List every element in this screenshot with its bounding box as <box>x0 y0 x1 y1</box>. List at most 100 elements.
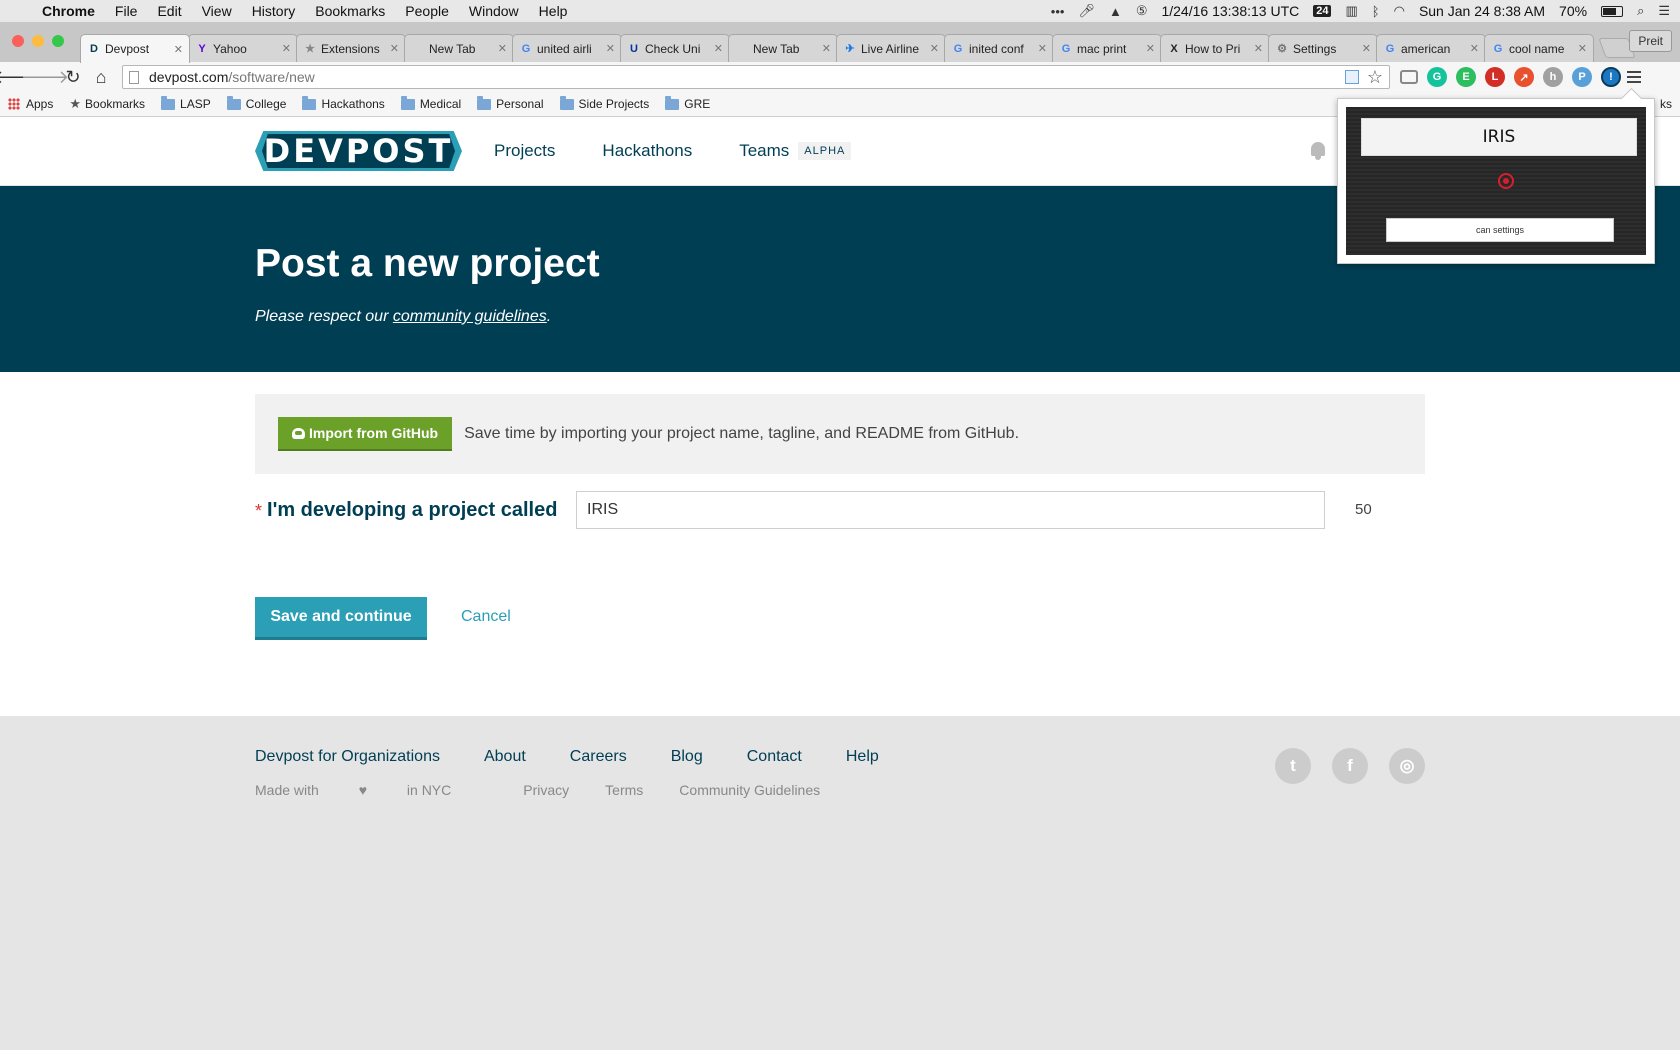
notification-center-icon[interactable]: ☰ <box>1658 3 1670 19</box>
footer-link-community-guidelines[interactable]: Community Guidelines <box>679 782 820 798</box>
microphone-icon[interactable]: 🎤︎ <box>1078 3 1095 19</box>
project-name-input[interactable] <box>576 491 1325 529</box>
tab-close-icon[interactable]: ✕ <box>498 42 507 55</box>
bluetooth-icon[interactable]: ᛒ <box>1372 4 1380 19</box>
browser-tab[interactable]: X How to Pri ✕ <box>1160 34 1270 62</box>
tab-close-icon[interactable]: ✕ <box>822 42 831 55</box>
tab-close-icon[interactable]: ✕ <box>930 42 939 55</box>
wifi-icon[interactable]: ◠ <box>1394 3 1405 19</box>
url-text[interactable]: devpost.com/software/new <box>149 69 1345 85</box>
evernote-icon[interactable]: E <box>1456 67 1476 87</box>
page-info-icon[interactable] <box>129 70 139 84</box>
chrome-menu-icon[interactable] <box>1627 71 1641 83</box>
bookmark-folder-side-projects[interactable]: Side Projects <box>559 95 649 111</box>
browser-tab[interactable]: Y Yahoo ✕ <box>188 34 298 62</box>
utc-clock[interactable]: 1/24/16 13:38:13 UTC <box>1161 3 1299 19</box>
footer-link-privacy[interactable]: Privacy <box>523 782 569 798</box>
nav-hackathons[interactable]: Hackathons <box>602 141 692 161</box>
reload-button[interactable]: ↻ <box>62 66 84 88</box>
menu-file[interactable]: File <box>115 3 138 19</box>
hoverzoom-icon[interactable]: ↗ <box>1514 67 1534 87</box>
notification-bell-icon[interactable] <box>1309 140 1327 162</box>
menu-bookmarks[interactable]: Bookmarks <box>315 3 385 19</box>
calendar-badge[interactable]: 24 <box>1313 5 1332 17</box>
forward-button[interactable]: 🡒 <box>21 66 69 88</box>
footer-link-organizations[interactable]: Devpost for Organizations <box>255 748 440 766</box>
menu-help[interactable]: Help <box>539 3 568 19</box>
pinterest-icon[interactable]: P <box>1572 67 1592 87</box>
minimize-window-button[interactable] <box>32 35 44 47</box>
browser-tab[interactable]: D Devpost ✕ <box>80 34 190 63</box>
tab-close-icon[interactable]: ✕ <box>282 42 291 55</box>
browser-tab[interactable]: ✈ Live Airline ✕ <box>836 34 946 62</box>
record-target-icon[interactable] <box>1498 173 1514 189</box>
memory-icon[interactable]: ▥ <box>1345 3 1357 19</box>
menu-history[interactable]: History <box>252 3 296 19</box>
cancel-link[interactable]: Cancel <box>461 608 511 626</box>
bookmark-star-icon[interactable]: ☆ <box>1367 67 1383 88</box>
bookmark-folder-lasp[interactable]: LASP <box>161 95 211 111</box>
drive-icon[interactable]: ▲ <box>1109 4 1122 19</box>
browser-tab[interactable]: New Tab ✕ <box>728 34 838 62</box>
grammarly-icon[interactable]: G <box>1427 67 1447 87</box>
reader-mode-icon[interactable] <box>1344 70 1359 84</box>
bookmark-folder-medical[interactable]: Medical <box>400 95 461 111</box>
bookmarks-overflow[interactable]: ks <box>1660 97 1672 111</box>
nav-teams[interactable]: Teams <box>739 141 789 161</box>
honey-icon[interactable]: h <box>1543 67 1563 87</box>
save-and-continue-button[interactable]: Save and continue <box>255 597 427 640</box>
bookmark-folder-hackathons[interactable]: Hackathons <box>302 95 385 111</box>
browser-tab[interactable]: Gamerican ✕ <box>1376 34 1486 62</box>
browser-tab[interactable]: Gcool name ✕ <box>1484 34 1594 62</box>
menu-people[interactable]: People <box>405 3 449 19</box>
devpost-logo[interactable]: DEVPOST <box>255 131 462 171</box>
instagram-icon[interactable]: ◎ <box>1389 748 1425 784</box>
browser-tab[interactable]: Gunited airli ✕ <box>512 34 622 62</box>
tab-close-icon[interactable]: ✕ <box>606 42 615 55</box>
browser-tab[interactable]: Gmac print ✕ <box>1052 34 1162 62</box>
bookmark-folder-personal[interactable]: Personal <box>477 95 544 111</box>
tab-close-icon[interactable]: ✕ <box>174 43 183 56</box>
menu-edit[interactable]: Edit <box>157 3 181 19</box>
tab-close-icon[interactable]: ✕ <box>390 42 399 55</box>
bookmark-folder-college[interactable]: College <box>226 95 286 111</box>
browser-tab[interactable]: Ginited conf ✕ <box>944 34 1054 62</box>
import-github-button[interactable]: Import from GitHub <box>278 417 453 451</box>
facebook-icon[interactable]: f <box>1332 748 1368 784</box>
lastpass-icon[interactable]: L <box>1485 67 1505 87</box>
footer-link-blog[interactable]: Blog <box>671 748 703 766</box>
footer-link-terms[interactable]: Terms <box>605 782 643 798</box>
bookmark-folder-gre[interactable]: GRE <box>665 95 710 111</box>
browser-tab[interactable]: New Tab ✕ <box>404 34 514 62</box>
tab-close-icon[interactable]: ✕ <box>1038 42 1047 55</box>
menu-app-name[interactable]: Chrome <box>42 3 95 19</box>
address-bar[interactable]: devpost.com/software/new ☆ <box>122 65 1390 89</box>
profile-button[interactable]: Preit <box>1629 30 1672 52</box>
zoom-window-button[interactable] <box>52 35 64 47</box>
spotlight-search-icon[interactable]: ⌕ <box>1637 3 1644 19</box>
tab-close-icon[interactable]: ✕ <box>1362 42 1371 55</box>
system-clock[interactable]: Sun Jan 24 8:38 AM <box>1419 3 1545 19</box>
menu-window[interactable]: Window <box>469 3 519 19</box>
nav-projects[interactable]: Projects <box>494 141 555 161</box>
cast-icon[interactable] <box>1400 70 1418 84</box>
tab-close-icon[interactable]: ✕ <box>714 42 723 55</box>
footer-link-careers[interactable]: Careers <box>570 748 627 766</box>
close-window-button[interactable] <box>12 35 24 47</box>
tab-close-icon[interactable]: ✕ <box>1470 42 1479 55</box>
bookmark-apps[interactable]: Apps <box>8 97 53 111</box>
menu-view[interactable]: View <box>202 3 232 19</box>
browser-tab[interactable]: U Check Uni ✕ <box>620 34 730 62</box>
tab-close-icon[interactable]: ✕ <box>1578 42 1587 55</box>
tab-close-icon[interactable]: ✕ <box>1146 42 1155 55</box>
home-button[interactable]: ⌂ <box>90 66 112 88</box>
battery-icon[interactable] <box>1601 5 1624 17</box>
five-icon[interactable]: ⑤ <box>1136 3 1148 19</box>
twitter-icon[interactable]: t <box>1275 748 1311 784</box>
footer-link-contact[interactable]: Contact <box>747 748 802 766</box>
battery-percent[interactable]: 70% <box>1559 3 1587 19</box>
dots-icon[interactable]: ••• <box>1051 4 1065 19</box>
popup-settings-button[interactable]: can settings <box>1386 218 1614 242</box>
tab-close-icon[interactable]: ✕ <box>1254 42 1263 55</box>
footer-link-about[interactable]: About <box>484 748 526 766</box>
